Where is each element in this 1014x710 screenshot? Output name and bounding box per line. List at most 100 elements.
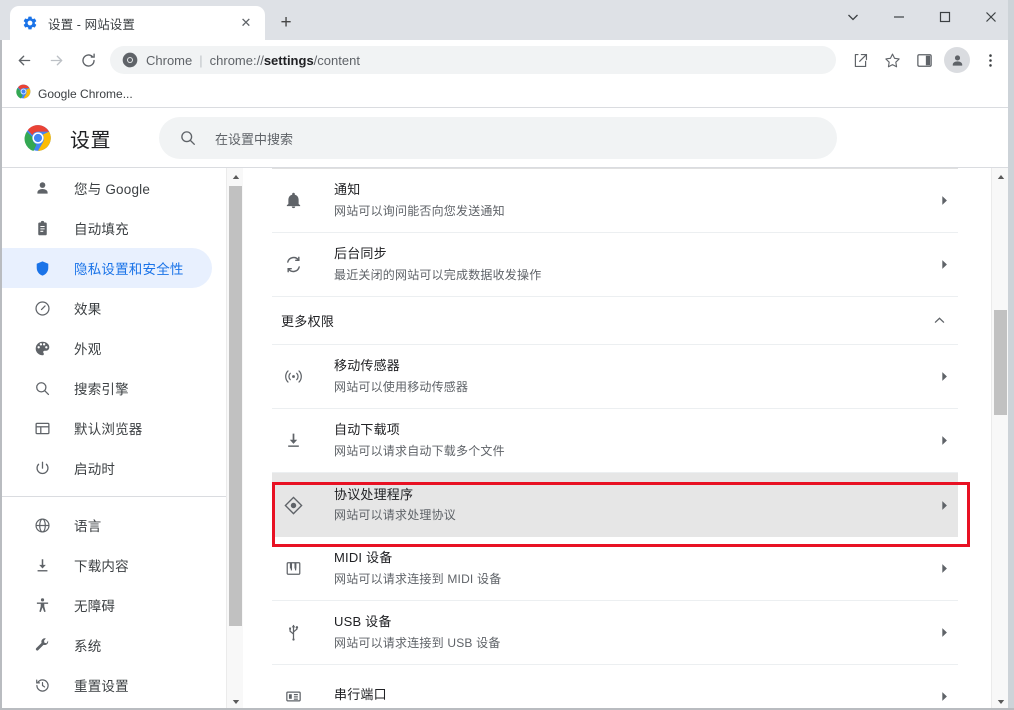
chevron-right-icon[interactable]	[930, 259, 958, 270]
new-tab-button[interactable]: +	[273, 9, 299, 35]
tab-search-button[interactable]	[830, 0, 876, 33]
omnibox-site-label: Chrome	[146, 53, 192, 68]
setting-title: 移动传感器	[334, 358, 400, 373]
scroll-up-arrow-icon[interactable]	[992, 168, 1009, 185]
sidebar-scrollbar-thumb[interactable]	[229, 186, 242, 626]
chevron-right-icon[interactable]	[930, 691, 958, 702]
sidebar-item-reset-settings[interactable]: 重置设置	[2, 665, 212, 705]
palette-icon	[32, 338, 52, 358]
motion-sensor-icon	[281, 365, 305, 389]
sidebar-item-label: 重置设置	[74, 675, 129, 695]
setting-row-usb-devices[interactable]: USB 设备 网站可以请求连接到 USB 设备	[272, 601, 958, 665]
omnibox-url: chrome://settings/content	[210, 53, 360, 68]
sidebar-item-search-engine[interactable]: 搜索引擎	[2, 368, 212, 408]
sidebar-item-label: 语言	[74, 515, 101, 535]
share-icon[interactable]	[846, 46, 874, 74]
browser-tab[interactable]: 设置 - 网站设置 ✕	[10, 6, 265, 40]
settings-sidebar: 您与 Google 自动填充 隐私设置和安全性 效果	[2, 168, 226, 710]
maximize-button[interactable]	[922, 0, 968, 33]
sidebar-item-you-and-google[interactable]: 您与 Google	[2, 168, 212, 208]
setting-row-automatic-downloads[interactable]: 自动下载项 网站可以请求自动下载多个文件	[272, 409, 958, 473]
setting-subtitle: 网站可以请求自动下载多个文件	[334, 442, 930, 460]
sidebar-item-performance[interactable]: 效果	[2, 288, 212, 328]
accessibility-icon	[32, 595, 52, 615]
chevron-right-icon[interactable]	[930, 563, 958, 574]
star-icon[interactable]	[878, 46, 906, 74]
content-scrollbar[interactable]	[991, 168, 1008, 710]
bookmark-label: Google Chrome...	[38, 87, 133, 101]
sidebar-scrollbar[interactable]	[226, 168, 243, 710]
setting-row-protocol-handlers[interactable]: 协议处理程序 网站可以请求处理协议	[272, 473, 958, 537]
serial-port-icon	[281, 685, 305, 709]
browser-toolbar: Chrome | chrome://settings/content	[2, 40, 1014, 80]
setting-row-text: 协议处理程序 网站可以请求处理协议	[334, 486, 930, 525]
section-title: 更多权限	[281, 311, 334, 330]
setting-row-text: MIDI 设备 网站可以请求连接到 MIDI 设备	[334, 549, 930, 588]
search-icon	[32, 378, 52, 398]
address-bar[interactable]: Chrome | chrome://settings/content	[110, 46, 836, 74]
side-panel-icon[interactable]	[910, 46, 938, 74]
setting-row-text: 串行端口	[334, 686, 930, 707]
bookmark-item[interactable]: Google Chrome...	[12, 81, 141, 107]
sidebar-item-privacy-security[interactable]: 隐私设置和安全性	[2, 248, 212, 288]
setting-title: 后台同步	[334, 246, 387, 261]
person-avatar-icon[interactable]	[944, 47, 970, 73]
sidebar-item-label: 自动填充	[74, 218, 129, 238]
sidebar-item-label: 搜索引擎	[74, 378, 129, 398]
setting-row-midi-devices[interactable]: MIDI 设备 网站可以请求连接到 MIDI 设备	[272, 537, 958, 601]
chevron-right-icon[interactable]	[930, 627, 958, 638]
setting-row-motion-sensors[interactable]: 移动传感器 网站可以使用移动传感器	[272, 345, 958, 409]
sidebar-item-autofill[interactable]: 自动填充	[2, 208, 212, 248]
chevron-up-icon[interactable]	[933, 314, 946, 327]
sidebar-item-label: 您与 Google	[74, 178, 150, 198]
search-input[interactable]: 在设置中搜索	[159, 117, 837, 159]
page-title: 设置	[70, 124, 111, 153]
chevron-right-icon[interactable]	[930, 195, 958, 206]
permissions-card: 通知 网站可以询问能否向您发送通知 后台同步 最近关闭的网站可以完成数据收发操作	[272, 169, 958, 710]
chevron-right-icon[interactable]	[930, 500, 958, 511]
url-bold: settings	[264, 53, 314, 68]
midi-piano-icon	[281, 557, 305, 581]
chevron-right-icon[interactable]	[930, 435, 958, 446]
tab-title: 设置 - 网站设置	[48, 14, 237, 33]
sidebar-group-primary: 您与 Google 自动填充 隐私设置和安全性 效果	[2, 168, 226, 488]
sidebar-item-downloads[interactable]: 下载内容	[2, 545, 212, 585]
section-header-more-permissions[interactable]: 更多权限	[272, 297, 958, 345]
setting-row-text: 通知 网站可以询问能否向您发送通知	[334, 181, 930, 220]
forward-arrow-icon[interactable]	[42, 46, 70, 74]
three-dot-menu-icon[interactable]	[976, 46, 1004, 74]
content-scrollbar-thumb[interactable]	[994, 310, 1007, 415]
sidebar-item-system[interactable]: 系统	[2, 625, 212, 665]
chrome-logo-icon	[122, 52, 138, 68]
sidebar-group-secondary: 语言 下载内容 无障碍 系统	[2, 505, 226, 705]
sidebar-item-default-browser[interactable]: 默认浏览器	[2, 408, 212, 448]
setting-subtitle: 网站可以使用移动传感器	[334, 378, 930, 396]
protocol-handler-icon	[281, 493, 305, 517]
sidebar-item-languages[interactable]: 语言	[2, 505, 212, 545]
sidebar-item-on-startup[interactable]: 启动时	[2, 448, 212, 488]
reload-icon[interactable]	[74, 46, 102, 74]
minimize-button[interactable]	[876, 0, 922, 33]
chevron-right-icon[interactable]	[930, 371, 958, 382]
setting-title: 通知	[334, 182, 360, 197]
chrome-logo-icon	[24, 124, 52, 152]
sync-icon	[281, 253, 305, 277]
browser-window-icon	[32, 418, 52, 438]
tab-close-button[interactable]: ✕	[237, 14, 255, 32]
sidebar-item-label: 隐私设置和安全性	[74, 258, 184, 278]
globe-icon	[32, 515, 52, 535]
window-right-edge	[1008, 0, 1014, 710]
setting-row-notifications[interactable]: 通知 网站可以询问能否向您发送通知	[272, 169, 958, 233]
sidebar-item-accessibility[interactable]: 无障碍	[2, 585, 212, 625]
back-arrow-icon[interactable]	[10, 46, 38, 74]
shield-icon	[32, 258, 52, 278]
setting-row-background-sync[interactable]: 后台同步 最近关闭的网站可以完成数据收发操作	[272, 233, 958, 297]
setting-row-serial-ports[interactable]: 串行端口	[272, 665, 958, 710]
setting-title: 自动下载项	[334, 422, 400, 437]
setting-subtitle: 网站可以请求处理协议	[334, 506, 930, 524]
setting-subtitle: 网站可以请求连接到 USB 设备	[334, 634, 930, 652]
sidebar-item-label: 外观	[74, 338, 101, 358]
sidebar-item-appearance[interactable]: 外观	[2, 328, 212, 368]
scroll-up-arrow-icon[interactable]	[227, 168, 244, 185]
gear-icon	[22, 15, 38, 31]
